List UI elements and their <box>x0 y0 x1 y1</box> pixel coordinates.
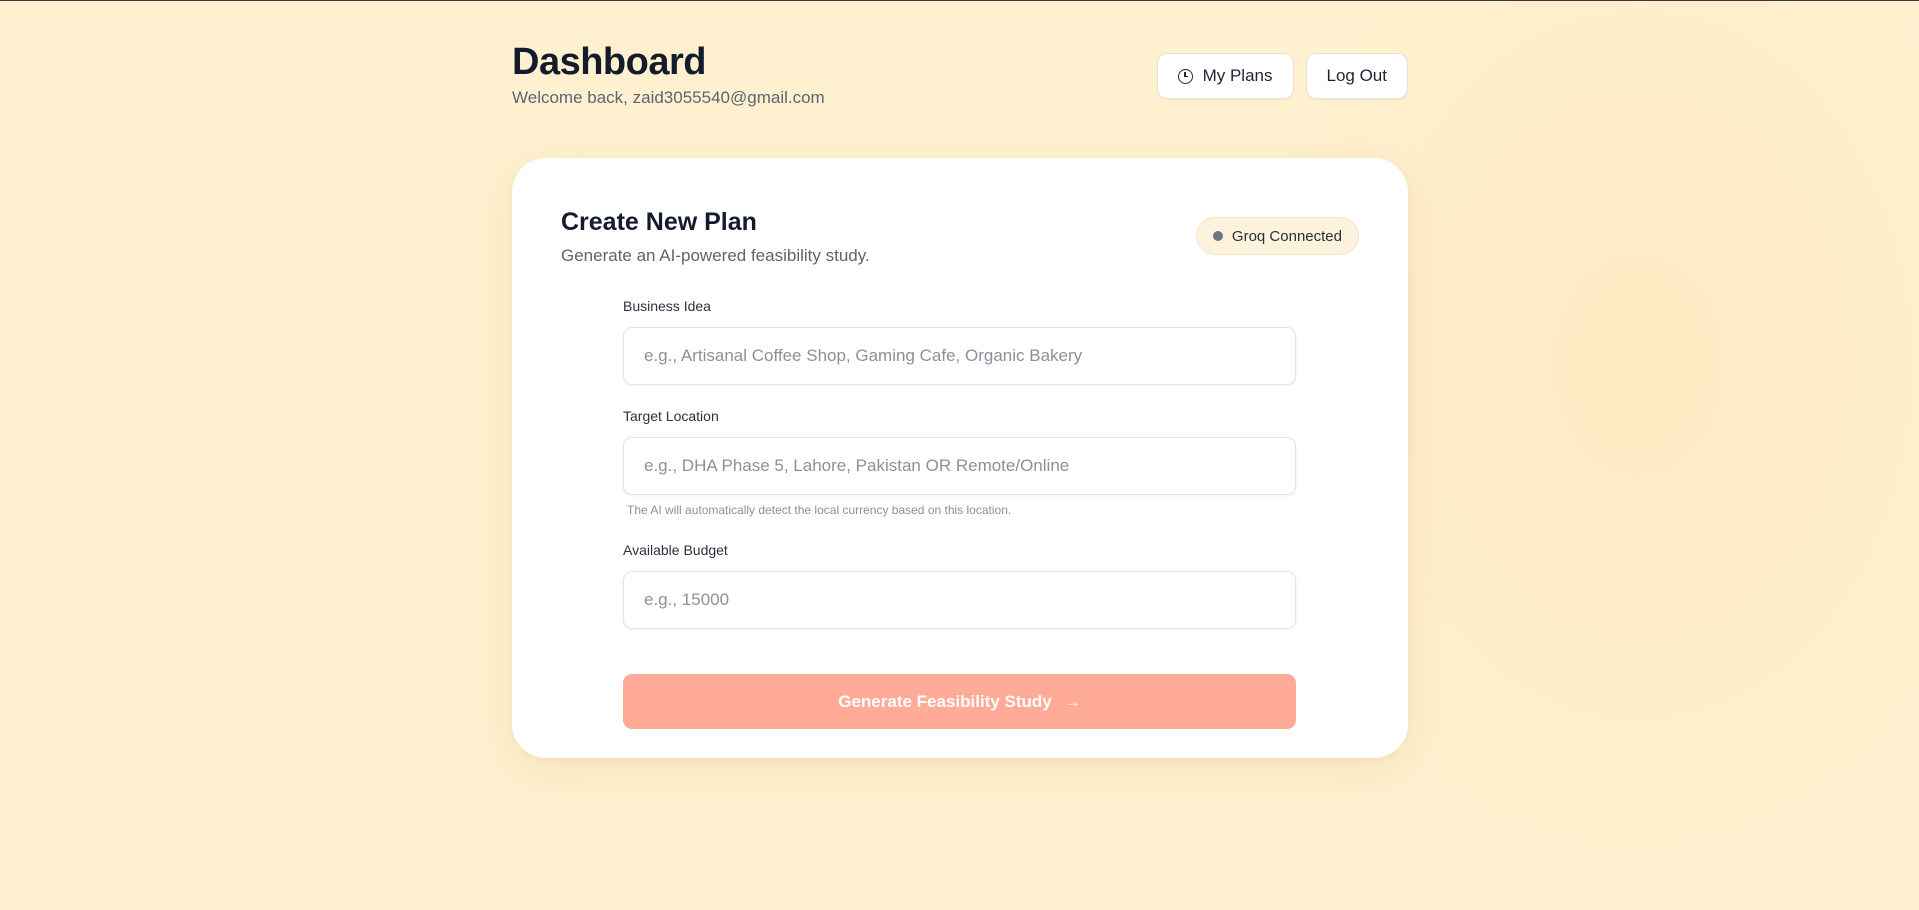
status-badge: Groq Connected <box>1195 217 1359 255</box>
target-location-field: Target Location The AI will automaticall… <box>623 408 1296 542</box>
page-title: Dashboard <box>512 41 706 83</box>
business-idea-label: Business Idea <box>623 298 711 314</box>
currency-hint: The AI will automatically detect the loc… <box>627 503 1012 517</box>
plan-form: Business Idea Target Location The AI wil… <box>623 298 1296 652</box>
create-plan-card: Create New Plan Generate an AI-powered f… <box>512 158 1408 758</box>
budget-input[interactable] <box>623 571 1296 629</box>
logout-label: Log Out <box>1326 66 1388 85</box>
my-plans-label: My Plans <box>1202 66 1273 85</box>
target-location-label: Target Location <box>623 408 719 424</box>
generate-feasibility-button[interactable]: Generate Feasibility Study → <box>623 674 1296 729</box>
card-subtitle: Generate an AI-powered feasibility study… <box>561 246 870 265</box>
status-text: Groq Connected <box>1231 227 1342 245</box>
header-actions: My Plans Log Out <box>1156 53 1408 99</box>
clock-icon <box>1177 68 1193 84</box>
my-plans-button[interactable]: My Plans <box>1156 53 1294 99</box>
welcome-text: Welcome back, zaid3055540@gmail.com <box>512 88 825 107</box>
generate-label: Generate Feasibility Study <box>838 691 1052 711</box>
arrow-right-icon: → <box>1063 692 1081 711</box>
page-header: Dashboard Welcome back, zaid3055540@gmai… <box>512 1 1408 131</box>
page: Dashboard Welcome back, zaid3055540@gmai… <box>512 1 1408 758</box>
budget-field: Available Budget <box>623 542 1296 652</box>
logout-button[interactable]: Log Out <box>1305 53 1408 99</box>
business-idea-input[interactable] <box>623 327 1296 385</box>
budget-label: Available Budget <box>623 542 728 558</box>
business-idea-field: Business Idea <box>623 298 1296 408</box>
target-location-input[interactable] <box>623 437 1296 495</box>
status-dot-icon <box>1212 231 1223 241</box>
card-title: Create New Plan <box>561 208 757 236</box>
